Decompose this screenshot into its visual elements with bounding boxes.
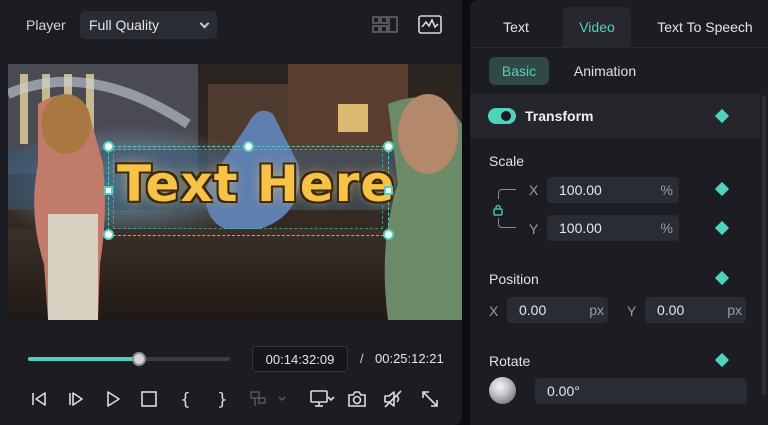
position-y-axis: Y xyxy=(627,303,637,319)
current-timecode[interactable]: 00:14:32:09 xyxy=(252,346,348,372)
position-y-input[interactable]: 0.00 px xyxy=(645,297,746,323)
position-x-input[interactable]: 0.00 px xyxy=(507,297,608,323)
previous-frame-icon[interactable] xyxy=(28,388,50,410)
subtab-basic[interactable]: Basic xyxy=(489,57,549,85)
scale-x-unit: % xyxy=(660,182,673,198)
tab-text-to-speech[interactable]: Text To Speech xyxy=(642,7,768,47)
text-selection-box[interactable]: Text Here xyxy=(103,141,394,240)
scale-x-keyframe-icon[interactable] xyxy=(714,181,730,197)
scale-y-unit: % xyxy=(660,220,673,236)
position-x-axis: X xyxy=(489,303,499,319)
rotate-label: Rotate xyxy=(489,353,531,369)
player-panel: Player Full Quality Text Here 00:14:32:0… xyxy=(0,0,462,425)
scrubber-thumb[interactable] xyxy=(132,352,147,366)
video-preview[interactable]: Text Here xyxy=(8,64,462,320)
transform-keyframe-icon[interactable] xyxy=(714,108,730,124)
mark-out-icon[interactable]: } xyxy=(211,388,233,410)
editor-window: Player Full Quality Text Here 00:14:32:0… xyxy=(0,0,768,425)
chevron-down-icon xyxy=(199,18,210,29)
fullscreen-icon[interactable] xyxy=(419,388,441,410)
resize-handle-top-right[interactable] xyxy=(383,141,394,152)
scale-y-input[interactable]: 100.00 % xyxy=(547,215,679,241)
rotate-input[interactable]: 0.00° xyxy=(535,378,747,404)
inspector-tabs: Text Video Text To Speech xyxy=(470,7,768,47)
stop-icon[interactable] xyxy=(138,388,160,410)
resize-handle-left[interactable] xyxy=(104,186,113,195)
overlay-title-text[interactable]: Text Here xyxy=(117,155,394,213)
svg-text:{: { xyxy=(180,390,191,410)
quality-value: Full Quality xyxy=(89,17,160,33)
insert-clip-icon[interactable] xyxy=(248,388,290,410)
resize-handle-top[interactable] xyxy=(243,141,254,152)
position-keyframe-icon[interactable] xyxy=(714,270,730,286)
scale-y-keyframe-icon[interactable] xyxy=(714,220,730,236)
quality-dropdown[interactable]: Full Quality xyxy=(80,11,217,39)
player-title: Player xyxy=(26,17,66,33)
scale-label: Scale xyxy=(489,153,525,169)
speaker-mute-icon[interactable] xyxy=(382,388,404,410)
rotate-value: 0.00° xyxy=(547,383,580,399)
scale-link-bottom xyxy=(498,218,516,228)
total-duration: 00:25:12:21 xyxy=(375,351,444,366)
position-label: Position xyxy=(489,271,539,287)
tab-text[interactable]: Text xyxy=(470,7,562,47)
scrubber-progress xyxy=(28,357,140,361)
display-settings-icon[interactable] xyxy=(309,388,335,410)
position-y-value: 0.00 xyxy=(657,302,685,318)
transform-section-header: Transform xyxy=(470,94,760,138)
mark-in-icon[interactable]: { xyxy=(174,388,196,410)
svg-text:}: } xyxy=(217,390,228,410)
inspector-scrollbar[interactable] xyxy=(762,95,766,395)
resize-handle-top-left[interactable] xyxy=(103,141,114,152)
transform-toggle[interactable] xyxy=(488,108,516,124)
timecode-separator: / xyxy=(360,351,364,366)
scale-link-top xyxy=(498,189,516,199)
tabs-divider xyxy=(470,47,768,48)
inspector-panel: Text Video Text To Speech Basic Animatio… xyxy=(470,0,768,425)
scale-y-value: 100.00 xyxy=(559,220,602,236)
resize-handle-bottom-left[interactable] xyxy=(103,229,114,240)
rotate-dial[interactable] xyxy=(489,377,516,404)
grid-view-icon[interactable] xyxy=(372,14,398,36)
subtab-animation[interactable]: Animation xyxy=(566,57,644,85)
scale-x-value: 100.00 xyxy=(559,182,602,198)
lock-icon[interactable] xyxy=(492,203,504,216)
scale-x-input[interactable]: 100.00 % xyxy=(547,177,679,203)
playback-scrubber[interactable] xyxy=(28,352,230,366)
resize-handle-right[interactable] xyxy=(384,186,393,195)
player-header: Player Full Quality xyxy=(0,0,462,52)
tab-video[interactable]: Video xyxy=(563,7,631,47)
position-x-value: 0.00 xyxy=(519,302,547,318)
resize-handle-bottom-right[interactable] xyxy=(383,229,394,240)
camera-icon[interactable] xyxy=(346,388,368,410)
next-frame-icon[interactable] xyxy=(65,388,87,410)
play-icon[interactable] xyxy=(102,388,124,410)
transform-label: Transform xyxy=(525,108,594,124)
scale-x-axis: X xyxy=(529,182,539,198)
scale-y-axis: Y xyxy=(529,221,539,237)
rotate-keyframe-icon[interactable] xyxy=(714,352,730,368)
position-y-unit: px xyxy=(727,302,742,318)
position-x-unit: px xyxy=(589,302,604,318)
waveform-monitor-icon[interactable] xyxy=(417,14,443,36)
